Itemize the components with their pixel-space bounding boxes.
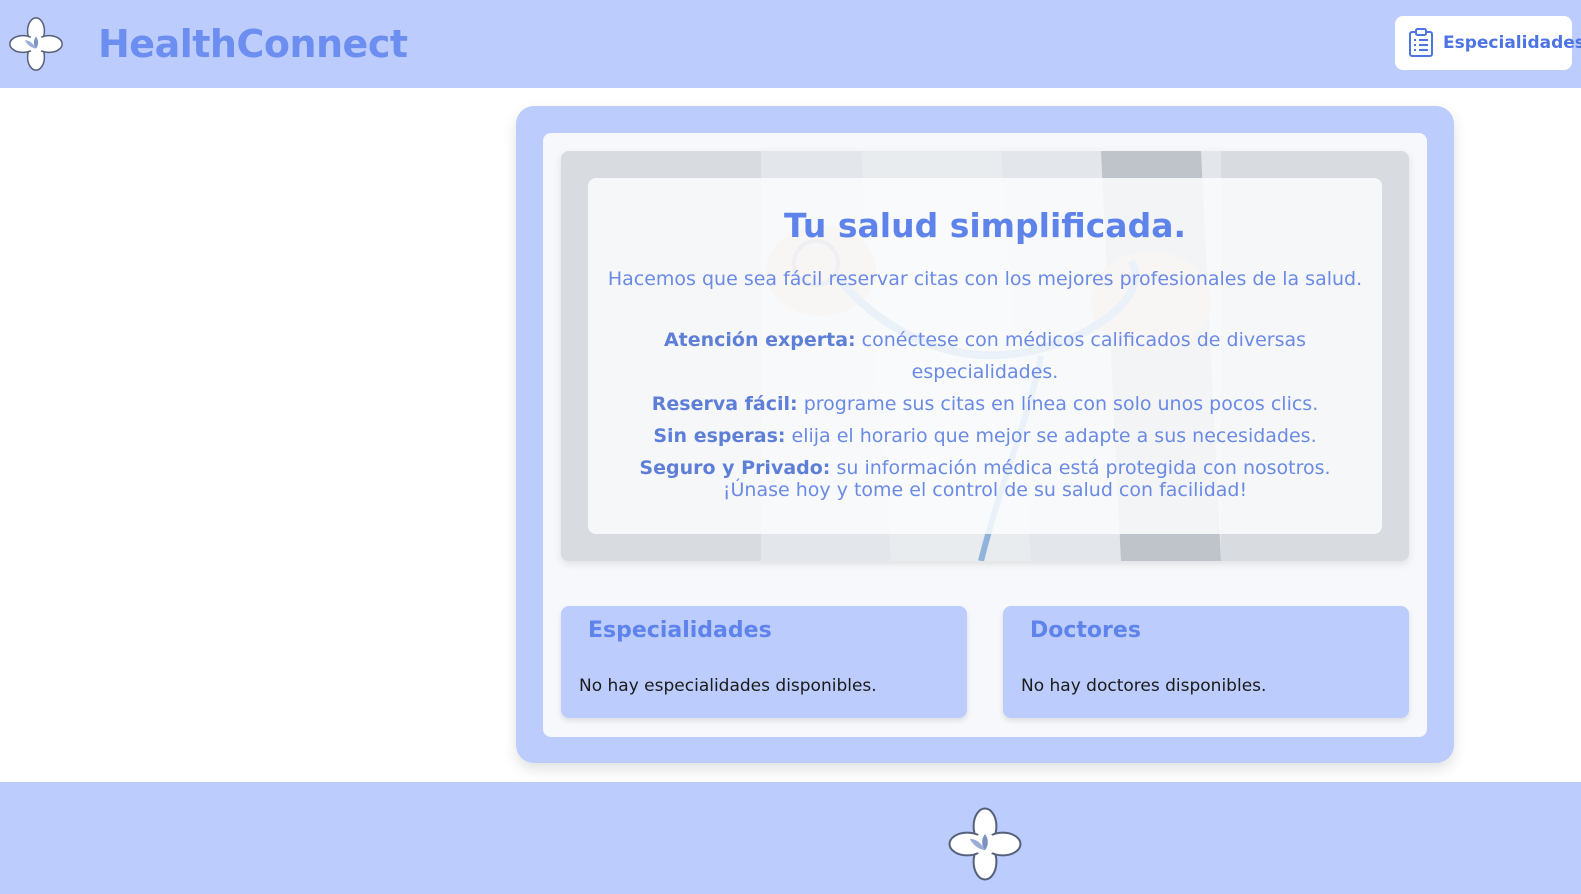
- medical-cross-leaf-icon[interactable]: [8, 16, 64, 72]
- feature-list: Atención experta: conéctese con médicos …: [588, 324, 1382, 484]
- nav-especialidades-label: Especialidades: [1443, 33, 1581, 53]
- feature-text: elija el horario que mejor se adapte a s…: [791, 425, 1317, 447]
- doctors-empty-message: No hay doctores disponibles.: [1021, 676, 1267, 696]
- brand-title[interactable]: HealthConnect: [98, 20, 408, 68]
- feature-item: Atención experta: conéctese con médicos …: [588, 324, 1382, 388]
- page-footer: [0, 782, 1581, 894]
- nav-especialidades-button[interactable]: Especialidades: [1395, 16, 1581, 70]
- hero-intro: Hacemos que sea fácil reservar citas con…: [607, 268, 1363, 290]
- hero-text-card: Tu salud simplificada. Hacemos que sea f…: [588, 178, 1382, 534]
- hero-title: Tu salud simplificada.: [784, 206, 1186, 245]
- content-panel: Tu salud simplificada. Hacemos que sea f…: [543, 133, 1427, 737]
- feature-item: Sin esperas: elija el horario que mejor …: [588, 420, 1382, 452]
- top-header: HealthConnect Especialidades: [0, 0, 1581, 88]
- specialties-title: Especialidades: [588, 618, 772, 643]
- specialties-section: Especialidades No hay especialidades dis…: [561, 606, 967, 718]
- main-container: Tu salud simplificada. Hacemos que sea f…: [516, 106, 1454, 763]
- specialties-empty-message: No hay especialidades disponibles.: [579, 676, 877, 696]
- feature-label: Atención experta:: [663, 329, 856, 351]
- hero-call-to-action: ¡Únase hoy y tome el control de su salud…: [722, 479, 1248, 501]
- clipboard-icon: [1409, 28, 1433, 57]
- doctors-section: Doctores No hay doctores disponibles.: [1003, 606, 1409, 718]
- feature-item: Reserva fácil: programe sus citas en lín…: [588, 388, 1382, 420]
- feature-label: Seguro y Privado:: [639, 457, 831, 479]
- feature-text: su información médica está protegida con…: [836, 457, 1331, 479]
- medical-cross-leaf-icon: [948, 807, 1022, 881]
- feature-text: programe sus citas en línea con solo uno…: [803, 393, 1319, 415]
- feature-text: conéctese con médicos calificados de div…: [861, 329, 1307, 383]
- doctors-title: Doctores: [1030, 618, 1141, 643]
- feature-label: Sin esperas:: [653, 425, 786, 447]
- hero-banner: Tu salud simplificada. Hacemos que sea f…: [561, 151, 1409, 561]
- feature-label: Reserva fácil:: [651, 393, 798, 415]
